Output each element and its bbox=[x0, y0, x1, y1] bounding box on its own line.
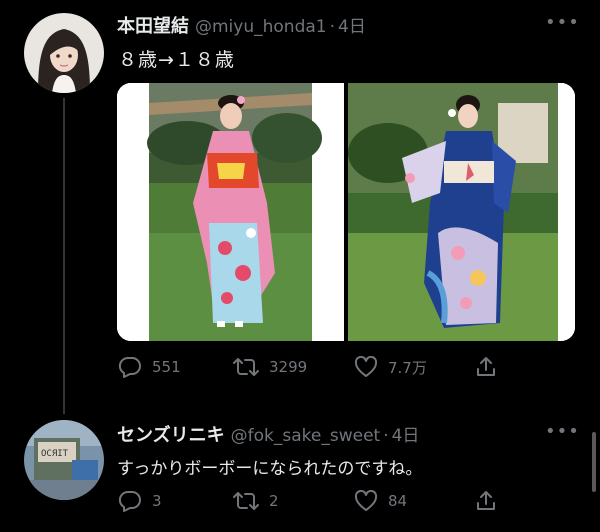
more-options-icon[interactable]: ••• bbox=[545, 421, 580, 442]
share-icon bbox=[477, 357, 495, 376]
scrollbar[interactable] bbox=[592, 432, 596, 492]
tweet-header: センズリニキ @fok_sake_sweet · 4日 bbox=[117, 421, 419, 447]
share-icon bbox=[477, 491, 495, 510]
like-button[interactable]: 7.7万 bbox=[354, 356, 475, 378]
like-button[interactable]: 84 bbox=[354, 490, 475, 512]
author-handle[interactable]: @fok_sake_sweet bbox=[231, 426, 381, 446]
retweet-icon bbox=[233, 358, 259, 376]
separator-dot: · bbox=[329, 17, 335, 37]
avatar[interactable]: ОСЯIТ bbox=[24, 420, 104, 500]
retweet-button[interactable]: 2 bbox=[233, 490, 354, 512]
left-image-card[interactable] bbox=[117, 83, 344, 341]
timestamp[interactable]: 4日 bbox=[392, 421, 420, 446]
retweet-icon bbox=[233, 492, 259, 510]
avatar-sign-text: ОСЯIТ bbox=[41, 449, 69, 459]
avatar[interactable] bbox=[24, 13, 104, 93]
timestamp[interactable]: 4日 bbox=[338, 12, 366, 37]
retweet-button[interactable]: 3299 bbox=[233, 356, 354, 378]
reply-count: 3 bbox=[152, 492, 162, 510]
media-grid[interactable] bbox=[117, 83, 575, 341]
reply-count: 551 bbox=[152, 358, 181, 376]
girl-in-pink-kimono-image bbox=[117, 83, 344, 341]
like-count: 84 bbox=[388, 492, 408, 510]
tweet-actions: 551 3299 7.7万 bbox=[118, 356, 507, 378]
more-options-icon[interactable]: ••• bbox=[545, 12, 580, 33]
reply-icon bbox=[118, 356, 141, 378]
author-name[interactable]: 本田望結 bbox=[117, 12, 189, 38]
retweet-count: 3299 bbox=[269, 358, 308, 376]
avatar-image bbox=[24, 13, 104, 93]
author-name[interactable]: センズリニキ bbox=[117, 421, 225, 447]
heart-icon bbox=[354, 356, 378, 377]
tweet-header: 本田望結 @miyu_honda1 · 4日 bbox=[117, 12, 366, 38]
tweet-text: ８歳→１８歳 bbox=[118, 49, 235, 71]
share-button[interactable] bbox=[475, 356, 507, 378]
tweet-text: すっかりボーボーになられたのですね。 bbox=[117, 459, 423, 479]
share-button[interactable] bbox=[475, 490, 507, 512]
heart-icon bbox=[354, 490, 378, 511]
reply-button[interactable]: 551 bbox=[118, 356, 233, 378]
reply-button[interactable]: 3 bbox=[118, 490, 233, 512]
avatar-image: ОСЯIТ bbox=[24, 420, 104, 500]
woman-in-blue-kimono-image bbox=[348, 83, 575, 341]
thread-line bbox=[63, 98, 65, 414]
right-image-card[interactable] bbox=[348, 83, 575, 341]
reply-icon bbox=[118, 490, 141, 512]
tweet-actions: 3 2 84 bbox=[118, 490, 507, 512]
author-handle[interactable]: @miyu_honda1 bbox=[195, 17, 327, 37]
retweet-count: 2 bbox=[269, 492, 279, 510]
separator-dot: · bbox=[383, 426, 389, 446]
like-count: 7.7万 bbox=[388, 358, 427, 377]
